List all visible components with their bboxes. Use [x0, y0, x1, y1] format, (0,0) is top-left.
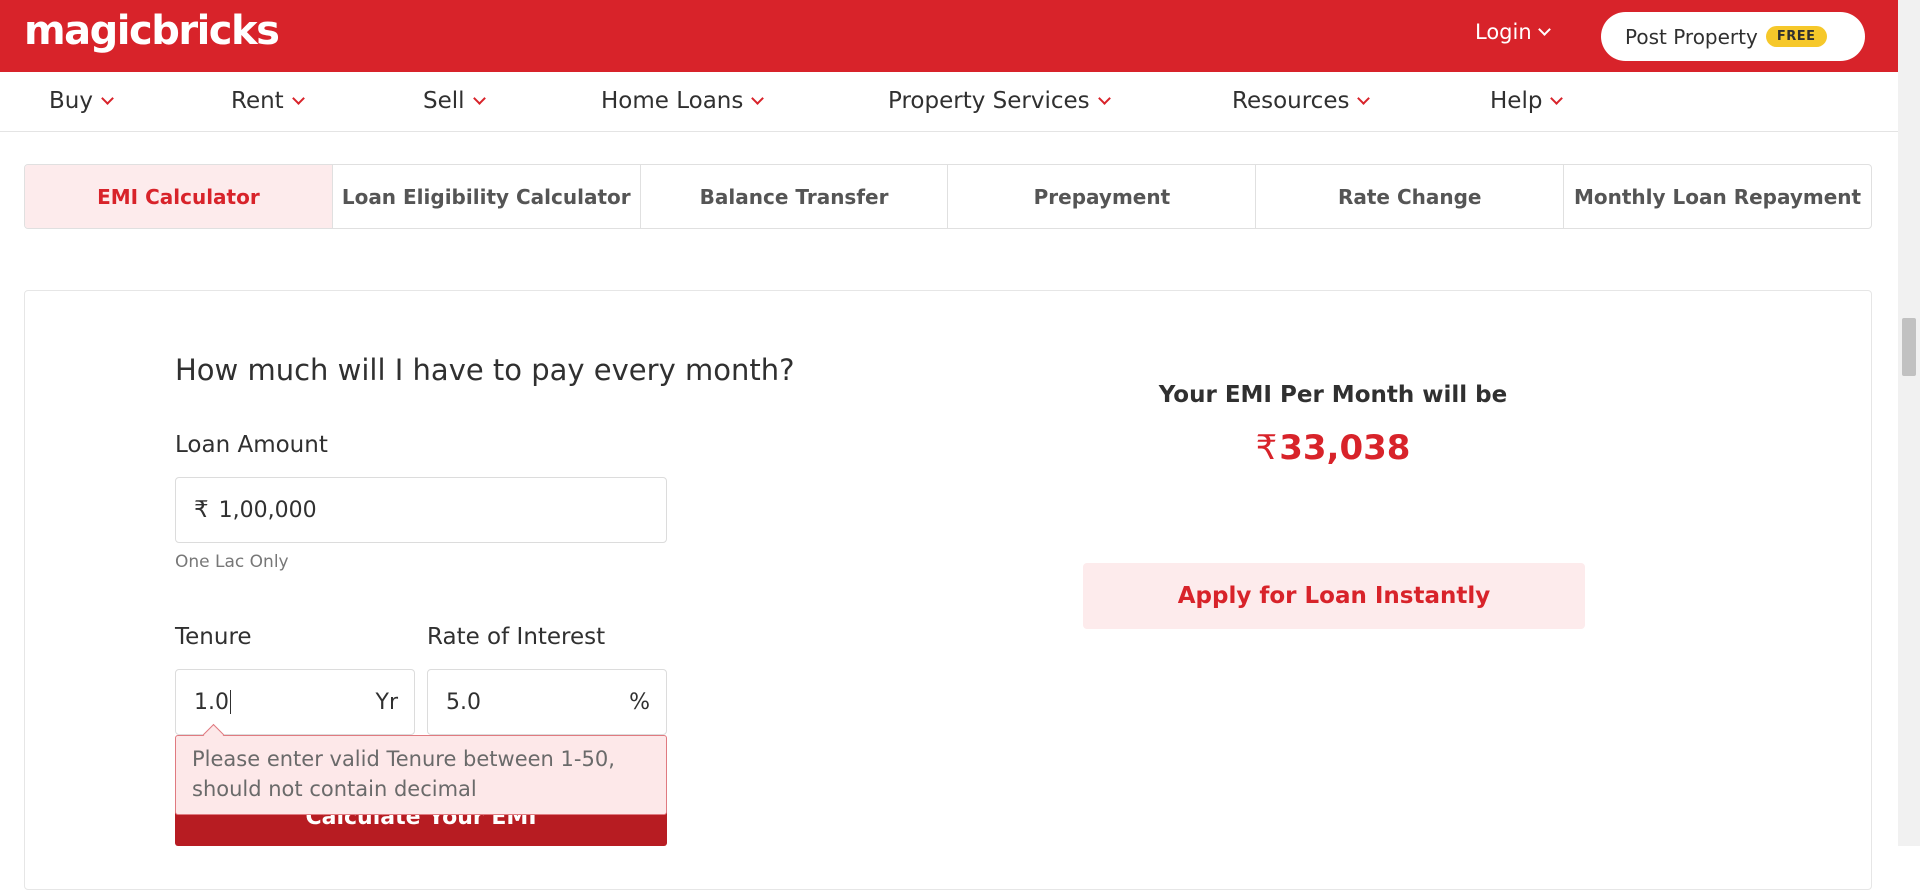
tenure-value: 1.0 [194, 689, 229, 715]
nav-item-buy[interactable]: Buy [49, 88, 114, 114]
tenure-label: Tenure [175, 624, 252, 650]
chevron-down-icon [472, 91, 486, 105]
top-header: magicbricks Login Post Property FREE [0, 0, 1920, 72]
chevron-down-icon [1097, 91, 1111, 105]
emi-amount: 33,038 [1279, 428, 1411, 468]
nav-item-resources[interactable]: Resources [1232, 88, 1371, 114]
rupee-icon: ₹ [1255, 428, 1278, 468]
tab-monthly-loan-repayment[interactable]: Monthly Loan Repayment [1564, 165, 1871, 228]
rate-of-interest-field[interactable]: 5.0 % [427, 669, 667, 735]
loan-amount-field[interactable]: ₹ 1,00,000 [175, 477, 667, 543]
magicbricks-logo[interactable]: magicbricks [24, 8, 280, 54]
tab-prepayment[interactable]: Prepayment [948, 165, 1257, 228]
loan-amount-label: Loan Amount [175, 432, 328, 458]
nav-item-label: Buy [49, 88, 93, 114]
free-badge: FREE [1765, 26, 1827, 47]
post-property-label: Post Property [1625, 24, 1758, 49]
nav-item-property-services[interactable]: Property Services [888, 88, 1111, 114]
tenure-error-tooltip: Please enter valid Tenure between 1-50, … [175, 735, 667, 815]
nav-item-label: Property Services [888, 88, 1090, 114]
chevron-down-icon [101, 91, 114, 105]
rupee-icon: ₹ [194, 497, 209, 523]
chevron-down-icon [291, 91, 305, 105]
emi-result-title: Your EMI Per Month will be [1158, 382, 1508, 408]
tab-emi-calculator[interactable]: EMI Calculator [25, 165, 333, 228]
main-nav: Buy Rent Sell Home Loans Property Servic… [0, 72, 1898, 132]
post-property-button[interactable]: Post Property FREE [1601, 12, 1865, 61]
rate-value: 5.0 [446, 689, 481, 715]
rate-of-interest-label: Rate of Interest [427, 624, 606, 650]
emi-result-value: ₹33,038 [1083, 428, 1583, 468]
text-cursor [230, 690, 231, 714]
apply-for-loan-button[interactable]: Apply for Loan Instantly [1083, 563, 1585, 629]
tenure-unit: Yr [375, 689, 398, 715]
nav-item-help[interactable]: Help [1490, 88, 1564, 114]
login-menu[interactable]: Login [1475, 20, 1551, 44]
nav-item-label: Rent [231, 88, 284, 114]
tab-loan-eligibility[interactable]: Loan Eligibility Calculator [333, 165, 641, 228]
nav-item-label: Help [1490, 88, 1543, 114]
calculator-tabs: EMI Calculator Loan Eligibility Calculat… [24, 164, 1872, 229]
chevron-down-icon [1550, 91, 1564, 105]
nav-item-label: Home Loans [601, 88, 744, 114]
nav-item-label: Resources [1232, 88, 1350, 114]
loan-amount-hint: One Lac Only [175, 552, 289, 572]
nav-item-label: Sell [423, 88, 465, 114]
login-label: Login [1475, 20, 1532, 44]
nav-item-rent[interactable]: Rent [231, 88, 305, 114]
chevron-down-icon [1357, 91, 1371, 105]
tab-balance-transfer[interactable]: Balance Transfer [641, 165, 949, 228]
nav-item-home-loans[interactable]: Home Loans [601, 88, 765, 114]
nav-item-sell[interactable]: Sell [423, 88, 486, 114]
tab-rate-change[interactable]: Rate Change [1256, 165, 1565, 228]
scrollbar-thumb[interactable] [1902, 318, 1916, 376]
percent-unit: % [629, 689, 650, 715]
chevron-down-icon [751, 91, 765, 105]
page-scrollbar[interactable] [1898, 0, 1920, 846]
loan-amount-value: 1,00,000 [218, 497, 317, 523]
page-title: How much will I have to pay every month? [175, 353, 795, 387]
chevron-down-icon [1537, 22, 1551, 36]
